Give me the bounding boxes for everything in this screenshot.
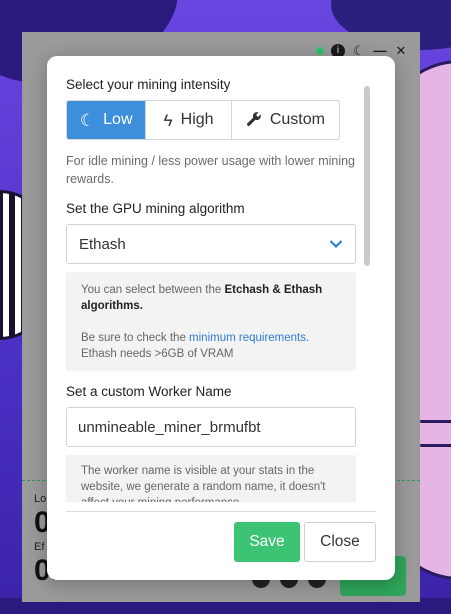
background-line (420, 420, 451, 423)
modal-body: Select your mining intensity ☾ Low ϟ Hig… (47, 56, 395, 502)
intensity-help-text: For idle mining / less power usage with … (66, 154, 356, 186)
modal-scrollbar[interactable] (364, 86, 370, 266)
intensity-low-button[interactable]: ☾ Low (67, 101, 147, 139)
settings-modal: Select your mining intensity ☾ Low ϟ Hig… (47, 56, 395, 580)
intensity-option-label: High (180, 111, 214, 128)
moon-icon: ☾ (79, 110, 96, 130)
background-line (420, 444, 451, 447)
worker-help-box: The worker name is visible at your stats… (66, 455, 356, 502)
intensity-option-label: Custom (269, 111, 325, 128)
algorithm-label: Set the GPU mining algorithm (66, 201, 245, 216)
worker-name-input[interactable] (66, 407, 356, 447)
requirements-prefix: Be sure to check the (81, 332, 190, 344)
algorithm-selected-value: Ethash (79, 235, 126, 253)
save-button[interactable]: Save (234, 522, 300, 562)
intensity-custom-button[interactable]: Custom (231, 101, 339, 139)
vram-note: Ethash needs >6GB of VRAM (81, 348, 234, 360)
minimum-requirements-link[interactable]: minimum requirements. (189, 332, 309, 344)
status-dot-icon (316, 47, 324, 55)
worker-name-label: Set a custom Worker Name (66, 384, 232, 399)
chevron-down-icon (329, 236, 343, 252)
wrench-icon (246, 111, 262, 130)
algorithm-info-box: You can select between the Etchash & Eth… (66, 272, 356, 371)
close-button[interactable]: Close (304, 522, 376, 562)
intensity-high-button[interactable]: ϟ High (146, 101, 232, 139)
intensity-selector: ☾ Low ϟ High Custom (66, 100, 340, 140)
intensity-label: Select your mining intensity (66, 77, 231, 92)
bolt-icon: ϟ (163, 110, 173, 130)
info-text: You can select between the (81, 284, 225, 296)
intensity-option-label: Low (103, 111, 133, 128)
modal-footer-divider (66, 511, 376, 512)
algorithm-select[interactable]: Ethash (66, 224, 356, 264)
close-icon[interactable]: ✕ (394, 44, 408, 58)
requirements-text: Be sure to check the minimum requirement… (81, 330, 341, 346)
algorithm-info-text: You can select between the Etchash & Eth… (81, 282, 341, 314)
